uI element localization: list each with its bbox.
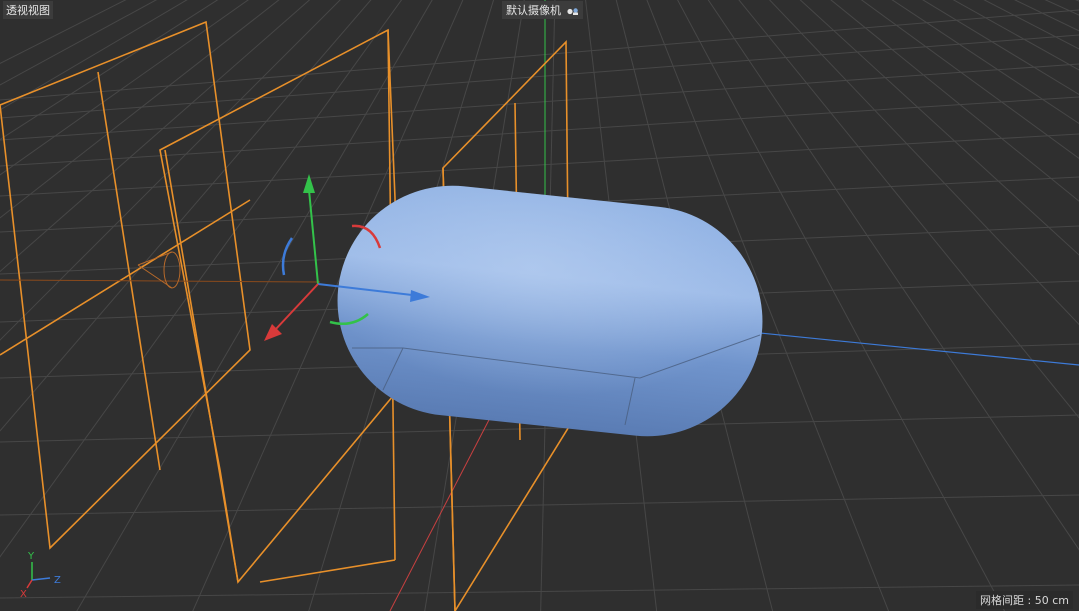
3d-viewport[interactable]: Y Z X: [0, 0, 1079, 611]
grid-spacing-label: 网格间距 : 50 cm: [976, 591, 1073, 609]
view-name-label[interactable]: 透视视图: [3, 1, 53, 19]
camera-name-label[interactable]: 默认摄像机: [502, 1, 583, 19]
axis-label-x: X: [20, 589, 27, 600]
camera-name-text: 默认摄像机: [506, 4, 561, 17]
camera-settings-icon[interactable]: [566, 7, 579, 16]
axis-label-y: Y: [27, 551, 35, 562]
axis-label-z: Z: [54, 575, 61, 586]
